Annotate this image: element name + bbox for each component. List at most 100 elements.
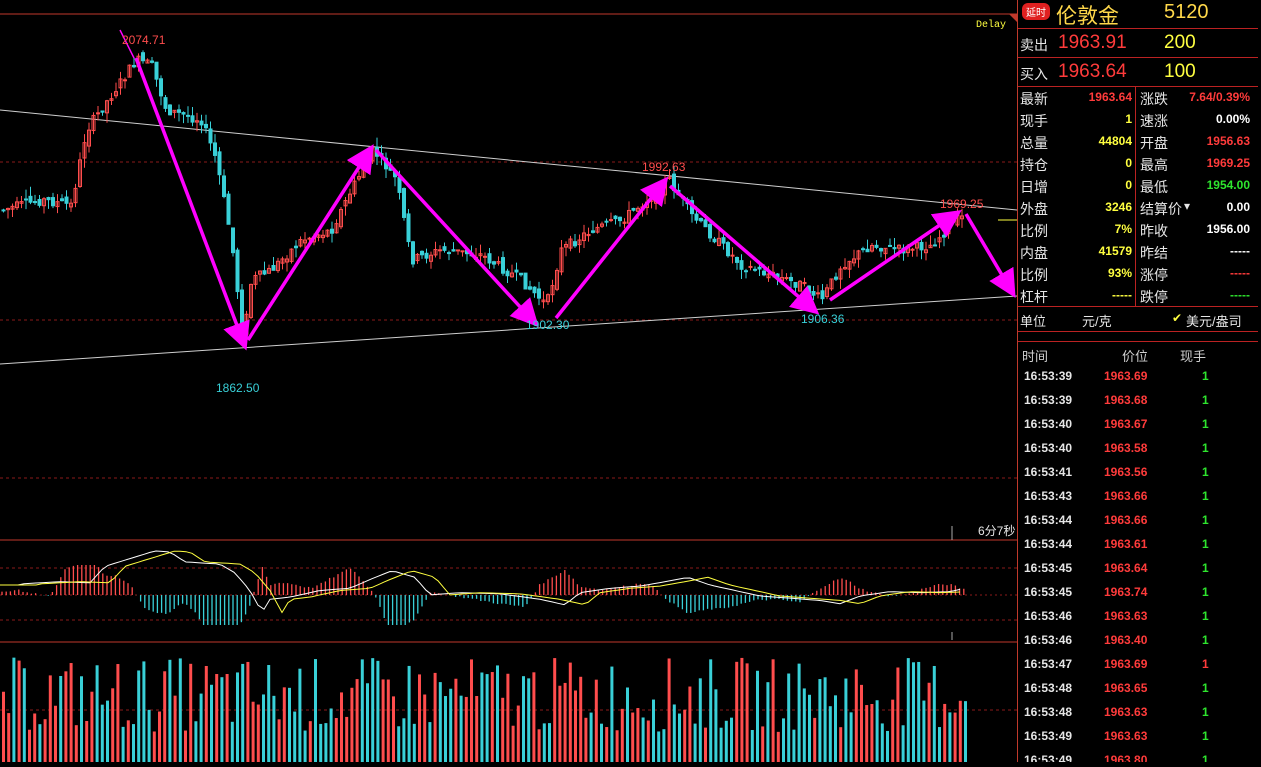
volume-bar (605, 727, 609, 762)
volume-bar (438, 682, 442, 762)
peak-label-low1: 1862.50 (216, 381, 260, 395)
tick-row: 16:53:41 1963.56 1 (1018, 460, 1258, 484)
volume-bar (891, 699, 895, 762)
volume-bar (2, 691, 5, 762)
stat-label: 最新 (1020, 91, 1048, 107)
tick-volume: 1 (1202, 705, 1209, 719)
volume-bar (594, 679, 598, 762)
volume-bar (464, 696, 468, 762)
tick-time: 16:53:43 (1024, 489, 1073, 503)
volume-bar (340, 692, 343, 762)
lower-trendline (0, 295, 1018, 365)
tick-volume: 1 (1202, 513, 1209, 527)
peak-label-high: 2074.71 (122, 33, 166, 47)
stat-label: 最低 (1140, 179, 1168, 195)
volume-bar (537, 729, 541, 762)
volume-bar (402, 718, 406, 762)
stat-value: 7.64/0.39% (1189, 90, 1250, 104)
candle-body (658, 190, 663, 194)
candle-body (447, 252, 451, 255)
volume-bar (22, 668, 26, 762)
volume-bar (693, 723, 697, 762)
volume-bar (901, 725, 905, 762)
sell-label: 卖出 (1020, 37, 1048, 53)
volume-bar (641, 717, 645, 762)
candle-body (834, 276, 838, 280)
volume-bar (95, 665, 99, 762)
ticks-header-price: 价位 (1122, 349, 1149, 364)
candle-body (505, 270, 510, 277)
volume-bar (792, 729, 796, 762)
tick-price: 1963.66 (1104, 513, 1148, 527)
candle-body (591, 230, 595, 233)
tick-row: 16:53:40 1963.58 1 (1018, 436, 1258, 460)
volume-bar (506, 673, 510, 762)
stat-label: 比例 (1020, 223, 1048, 239)
volume-bar (906, 658, 910, 762)
candle-body (694, 213, 699, 221)
volume-bar (80, 676, 83, 762)
volume-bar (324, 723, 328, 762)
tick-row: 16:53:40 1963.67 1 (1018, 412, 1258, 436)
volume-bar (927, 682, 931, 762)
chart-area[interactable]: 2074.71 1862.50 1902.30 1992.63 1906.36 … (0, 0, 1018, 762)
volume-bar (17, 660, 21, 762)
tick-volume: 1 (1202, 393, 1209, 407)
macd-dea-line (0, 550, 961, 614)
ticks-header-time: 时间 (1022, 349, 1049, 364)
volume-bar (834, 695, 837, 762)
volume-bar (251, 701, 255, 762)
tick-volume: 1 (1202, 753, 1209, 762)
buy-price: 1963.64 (1058, 61, 1127, 82)
candlestick-chart[interactable]: 2074.71 1862.50 1902.30 1992.63 1906.36 … (0, 0, 1018, 762)
tick-time: 16:53:40 (1024, 417, 1073, 431)
candles (1, 50, 964, 339)
volume-bar (142, 661, 146, 762)
unit-option-usd-oz[interactable]: 美元/盎司 (1186, 311, 1242, 330)
candle-body (168, 104, 172, 116)
candle-body (208, 128, 213, 144)
volume-bar (678, 713, 681, 762)
delay-label: Delay (976, 19, 1006, 31)
unit-value[interactable]: 元/克 (1082, 311, 1112, 330)
candle-body (942, 234, 946, 238)
volume-bar (376, 660, 380, 762)
volume-bar (381, 679, 385, 762)
volume-bar (43, 719, 47, 762)
tick-time: 16:53:46 (1024, 633, 1073, 647)
candle-body (1, 209, 6, 212)
volume-bar (932, 665, 936, 762)
volume-bar (178, 658, 182, 762)
volume-bar (958, 700, 962, 762)
volume-bar (116, 664, 120, 762)
volume-bar (615, 730, 619, 762)
volume-bar (137, 670, 141, 762)
volume-bar (672, 704, 676, 762)
volume-bar (48, 675, 52, 762)
tick-price: 1963.63 (1104, 609, 1148, 623)
volume-bar (90, 691, 94, 762)
stat-label: 总量 (1020, 135, 1048, 151)
stat-value: 7% (1114, 222, 1132, 236)
volume-bar (714, 689, 718, 762)
volume-bar (277, 719, 281, 762)
candle-body (514, 269, 519, 273)
candle-body (33, 201, 37, 204)
stat-row: 最新 1963.64 涨跌 7.64/0.39% (1018, 86, 1258, 108)
candle-body (888, 244, 892, 247)
volume-bar (230, 721, 234, 762)
sell-price: 1963.91 (1058, 32, 1127, 53)
chevron-down-icon[interactable]: ▾ (1184, 199, 1190, 213)
candle-body (163, 97, 168, 109)
candle-body (51, 197, 55, 207)
stat-value: 0 (1125, 178, 1132, 192)
candle-body (420, 250, 424, 256)
candle-body (199, 120, 204, 126)
tick-list[interactable]: 16:53:39 1963.69 1 16:53:39 1963.68 1 16:53:40… (1018, 364, 1258, 762)
candle-body (204, 123, 208, 129)
tick-price: 1963.74 (1104, 585, 1148, 599)
volume-bar (293, 711, 297, 762)
candle-body (240, 289, 244, 333)
candle-body (307, 237, 312, 240)
volume-bar (475, 696, 479, 762)
